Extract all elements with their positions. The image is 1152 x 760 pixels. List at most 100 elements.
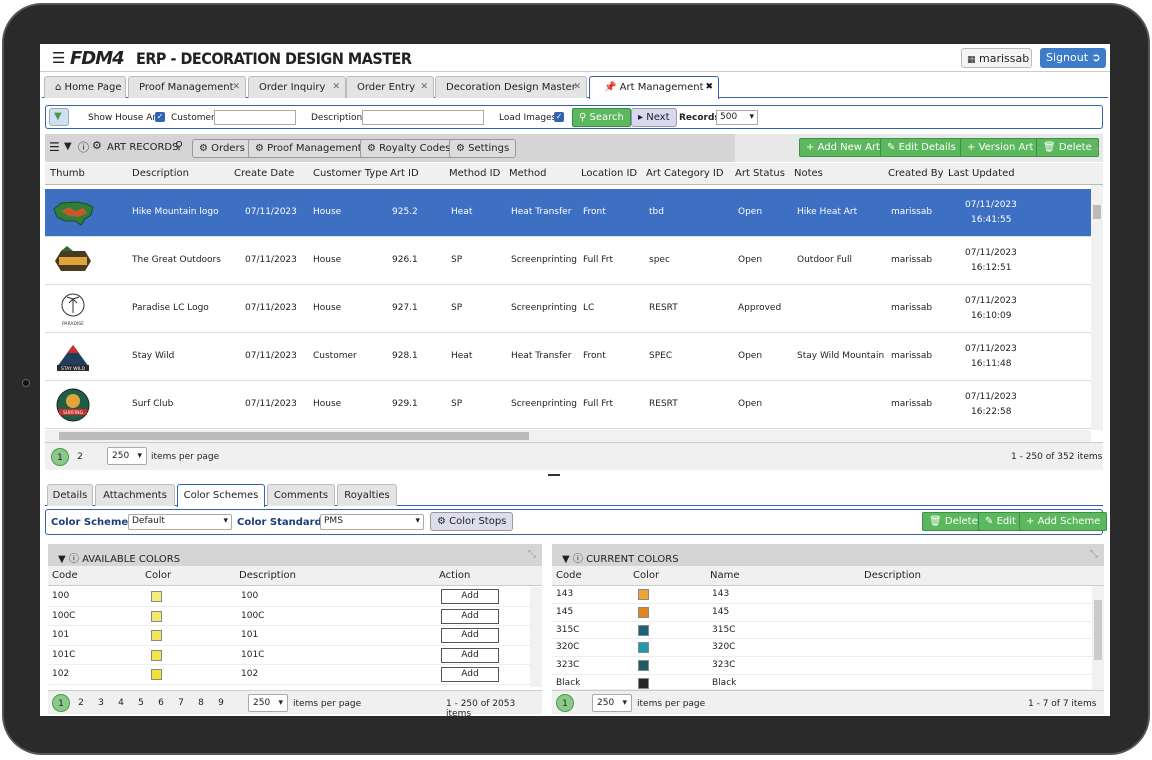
tab-comments[interactable]: Comments: [267, 484, 335, 506]
tab-details[interactable]: Details: [47, 484, 93, 506]
info-icon[interactable]: ⓘ: [78, 139, 89, 155]
close-icon[interactable]: ✕: [420, 82, 428, 92]
column-description[interactable]: Description: [132, 168, 189, 179]
column-color[interactable]: Color: [145, 570, 171, 581]
tab-art-management[interactable]: 📌 Art Management ✖: [589, 76, 719, 99]
tab-home[interactable]: ⌂ Home Page: [44, 76, 126, 98]
page-size-select[interactable]: 250 ▾: [107, 447, 147, 465]
add-scheme-button[interactable]: + Add Scheme: [1019, 512, 1108, 531]
column-created-by[interactable]: Created By: [888, 168, 944, 179]
show-house-art-checkbox[interactable]: ✓: [155, 112, 165, 122]
column-art-status[interactable]: Art Status: [735, 168, 785, 179]
table-row[interactable]: SURFING Surf Club 07/11/2023 House 929.1…: [45, 381, 1091, 429]
records-select[interactable]: 500 ▾: [716, 110, 758, 125]
tab-proof-management[interactable]: Proof Management ✕: [128, 76, 246, 98]
page-button[interactable]: 1: [52, 694, 70, 712]
column-notes[interactable]: Notes: [794, 168, 823, 179]
proof-management-button[interactable]: ⚙ Proof Management: [248, 139, 369, 158]
list-item[interactable]: 101 101 Add: [48, 626, 530, 646]
page-button[interactable]: 5: [132, 694, 150, 712]
tab-attachments[interactable]: Attachments: [95, 484, 175, 506]
column-code[interactable]: Code: [556, 570, 582, 581]
user-menu[interactable]: ▦ marissab: [961, 48, 1032, 68]
signout-button[interactable]: Signout ➲: [1040, 48, 1106, 68]
add-color-button[interactable]: Add: [441, 589, 499, 604]
list-item[interactable]: 100 100 Add: [48, 587, 530, 607]
next-button[interactable]: ▸ Next: [631, 108, 677, 127]
page-button[interactable]: 7: [172, 694, 190, 712]
page-size-select[interactable]: 250 ▾: [248, 694, 288, 712]
column-customer-type[interactable]: Customer Type: [313, 168, 388, 179]
search-button[interactable]: ⚲ Search: [572, 108, 631, 127]
table-row[interactable]: PARADISE Paradise LC Logo 07/11/2023 Hou…: [45, 285, 1091, 333]
column-action[interactable]: Action: [439, 570, 470, 581]
tab-royalties[interactable]: Royalties: [337, 484, 397, 506]
page-button[interactable]: 2: [72, 694, 90, 712]
grid-horizontal-scrollbar[interactable]: [45, 430, 1091, 442]
list-item[interactable]: 102 102 Add: [48, 665, 530, 685]
scrollbar[interactable]: [1092, 586, 1104, 690]
page-button[interactable]: 3: [92, 694, 110, 712]
load-images-checkbox[interactable]: ✓: [554, 112, 564, 122]
expand-icon[interactable]: ⤡: [528, 549, 536, 560]
color-scheme-select[interactable]: Default ▾: [128, 514, 232, 530]
description-input[interactable]: [362, 110, 484, 125]
column-method[interactable]: Method: [509, 168, 547, 179]
info-icon[interactable]: ⓘ: [69, 554, 79, 565]
scrollbar-thumb[interactable]: [59, 432, 529, 440]
column-code[interactable]: Code: [52, 570, 78, 581]
scrollbar-thumb[interactable]: [1094, 600, 1102, 660]
page-button[interactable]: 6: [152, 694, 170, 712]
page-button[interactable]: 1: [556, 694, 574, 712]
table-row[interactable]: The Great Outdoors 07/11/2023 House 926.…: [45, 237, 1091, 285]
column-color[interactable]: Color: [633, 570, 659, 581]
delete-scheme-button[interactable]: 🗑 Delete: [922, 512, 985, 531]
tab-decoration-design-master[interactable]: Decoration Design Master ✕: [435, 76, 587, 98]
color-standard-select[interactable]: PMS ▾: [320, 514, 424, 530]
add-color-button[interactable]: Add: [441, 628, 499, 643]
table-row[interactable]: Hike Mountain logo 07/11/2023 House 925.…: [45, 189, 1091, 237]
column-last-updated[interactable]: Last Updated: [948, 168, 1015, 179]
page-button[interactable]: 9: [212, 694, 230, 712]
tab-order-inquiry[interactable]: Order Inquiry ✕: [248, 76, 346, 98]
menu-icon[interactable]: ☰: [52, 51, 65, 66]
close-icon[interactable]: ✖: [705, 82, 713, 92]
scrollbar-thumb[interactable]: [1093, 205, 1101, 219]
list-item[interactable]: 100C 100C Add: [48, 607, 530, 626]
list-item[interactable]: 315C 315C: [552, 622, 1092, 640]
page-button[interactable]: 1: [51, 448, 69, 466]
version-art-button[interactable]: + Version Art: [960, 138, 1041, 157]
column-method-id[interactable]: Method ID: [449, 168, 500, 179]
splitter-handle[interactable]: [548, 474, 560, 476]
info-icon[interactable]: ⓘ: [573, 554, 583, 565]
grid-vertical-scrollbar[interactable]: [1091, 185, 1103, 430]
list-item[interactable]: 143 143: [552, 586, 1092, 604]
orders-button[interactable]: ⚙ Orders: [192, 139, 252, 158]
close-icon[interactable]: ✕: [232, 82, 240, 92]
close-icon[interactable]: ✕: [332, 82, 340, 92]
column-description[interactable]: Description: [864, 570, 921, 581]
column-description[interactable]: Description: [239, 570, 296, 581]
column-art-category-id[interactable]: Art Category ID: [646, 168, 724, 179]
add-color-button[interactable]: Add: [441, 608, 499, 624]
expand-icon[interactable]: ⤡: [1090, 140, 1099, 154]
edit-details-button[interactable]: ✎ Edit Details: [880, 138, 963, 157]
column-name[interactable]: Name: [710, 570, 740, 581]
tab-color-schemes[interactable]: Color Schemes: [177, 484, 265, 507]
menu-icon[interactable]: ☰: [49, 140, 60, 154]
add-color-button[interactable]: Add: [441, 647, 499, 663]
column-location-id[interactable]: Location ID: [581, 168, 637, 179]
settings-button[interactable]: ⚙ Settings: [449, 139, 517, 158]
expand-icon[interactable]: ⤡: [1090, 549, 1098, 560]
page-size-select[interactable]: 250 ▾: [592, 694, 632, 712]
gear-icon[interactable]: ⚙: [92, 139, 102, 152]
close-icon[interactable]: ✕: [573, 82, 581, 92]
column-thumb[interactable]: Thumb: [50, 168, 85, 179]
table-row[interactable]: STAY WILD Stay Wild 07/11/2023 Customer …: [45, 333, 1091, 381]
page-button[interactable]: 8: [192, 694, 210, 712]
list-item[interactable]: 101C 101C Add: [48, 646, 530, 665]
page-button[interactable]: 4: [112, 694, 130, 712]
customer-input[interactable]: [214, 110, 296, 125]
list-item[interactable]: 145 145: [552, 604, 1092, 622]
search-icon[interactable]: ⚲: [175, 139, 183, 152]
